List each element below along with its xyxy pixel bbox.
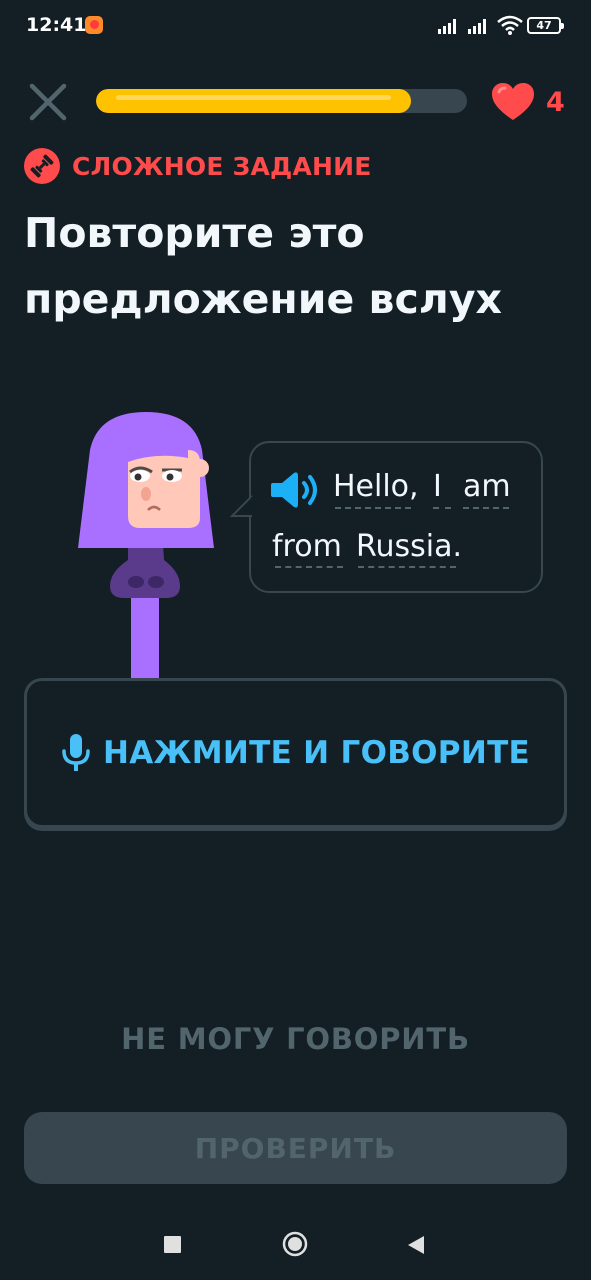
microphone-icon	[62, 734, 90, 771]
character-illustration	[78, 412, 214, 680]
check-button-label: ПРОВЕРИТЬ	[194, 1131, 397, 1165]
battery-icon: 47	[527, 17, 564, 34]
word-underline	[358, 566, 456, 568]
speech-bubble-tail	[230, 495, 254, 517]
dumbbell-icon	[24, 148, 60, 184]
app-notification-icon	[85, 16, 103, 34]
hearts-counter[interactable]: 4	[490, 82, 565, 122]
close-icon[interactable]	[26, 80, 70, 124]
badge-label: СЛОЖНОЕ ЗАДАНИЕ	[72, 151, 372, 181]
speak-button-label: НАЖМИТЕ И ГОВОРИТЕ	[102, 735, 530, 771]
word-underline	[433, 507, 451, 509]
word-underline	[463, 507, 509, 509]
page-title: Повторите это предложение вслух	[24, 209, 502, 323]
lesson-progress-bar	[96, 89, 467, 113]
signal-icon	[438, 19, 456, 34]
status-bar: 12:41 47	[0, 0, 591, 52]
heart-icon	[492, 83, 534, 120]
check-button[interactable]: ПРОВЕРИТЬ	[24, 1112, 567, 1184]
sentence-word[interactable]: am	[463, 469, 511, 505]
back-triangle-icon[interactable]	[406, 1234, 426, 1256]
sentence-word[interactable]: from	[272, 529, 342, 565]
word-underline	[335, 507, 411, 509]
hearts-count: 4	[546, 86, 565, 118]
tap-to-speak-button[interactable]: НАЖМИТЕ И ГОВОРИТЕ	[24, 678, 567, 828]
sentence-word[interactable]: Russia.	[356, 529, 462, 565]
recents-square-icon[interactable]	[164, 1236, 181, 1253]
wifi-icon	[497, 15, 523, 35]
word-underline	[275, 566, 343, 568]
speech-bubble	[249, 441, 543, 593]
speaker-icon[interactable]	[270, 468, 322, 512]
system-navigation-bar	[0, 1210, 591, 1280]
cant-speak-button[interactable]: НЕ МОГУ ГОВОРИТЬ	[0, 1022, 591, 1056]
progress-fill	[96, 89, 412, 113]
sentence-word[interactable]: Hello,	[333, 469, 419, 505]
hard-challenge-badge: СЛОЖНОЕ ЗАДАНИЕ	[24, 148, 372, 184]
status-time: 12:41	[26, 14, 87, 36]
progress-highlight	[116, 95, 392, 100]
sentence-word[interactable]: I	[433, 469, 442, 505]
home-circle-icon[interactable]	[282, 1231, 308, 1257]
signal-icon	[468, 19, 486, 34]
